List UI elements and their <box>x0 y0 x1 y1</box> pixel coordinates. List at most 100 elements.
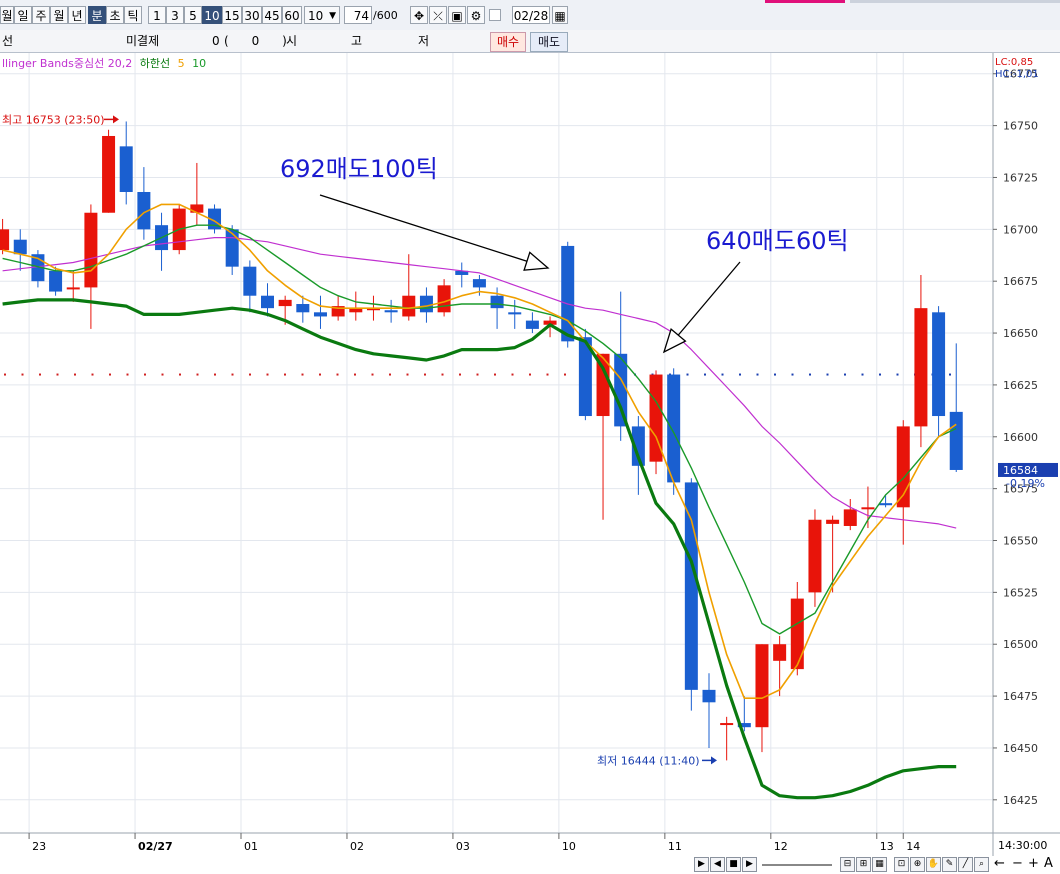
reference-dot <box>511 373 514 376</box>
legend-lower: 하한선 <box>140 56 170 70</box>
candle-body <box>49 270 63 292</box>
drag-icon[interactable]: ⊕ <box>910 857 925 872</box>
unsettled-label: 미결제 <box>126 34 160 48</box>
candlestick-chart: 692매도100틱 640매도60틱 최고 16753 (23:50) 최저 1644… <box>0 53 1060 856</box>
lc-readout: LC:0,85 <box>995 57 1033 68</box>
reference-dot <box>214 373 216 376</box>
y-tick-label: 16675 <box>1003 275 1038 288</box>
count-input[interactable]: 74 <box>344 6 372 24</box>
reference-dot <box>126 373 129 376</box>
candle-body <box>861 507 875 510</box>
open-label: 시 <box>286 34 298 48</box>
stop-icon[interactable]: ■ <box>726 857 741 872</box>
period-button-day[interactable]: 일 <box>14 6 32 24</box>
candle-body <box>402 295 416 317</box>
reference-dot <box>231 373 234 376</box>
interval-button-5[interactable]: 5 <box>184 6 202 24</box>
annotation-label: 692매도100틱 <box>280 155 438 183</box>
step-back-icon[interactable]: ◀ <box>710 857 725 872</box>
reference-dot <box>39 373 41 376</box>
candle-body <box>879 503 893 506</box>
reference-dot <box>389 373 391 376</box>
hand-icon[interactable]: ✋ <box>926 857 941 872</box>
candle-body <box>755 644 769 728</box>
font-size-icon[interactable]: A <box>1044 856 1053 871</box>
period-button-month2[interactable]: 월 <box>50 6 68 24</box>
candle-body <box>0 229 10 251</box>
reference-dot <box>21 373 24 376</box>
unsettled-value: 0 <box>212 34 220 48</box>
reference-dot <box>774 373 776 376</box>
crosshair-icon[interactable]: ✥ <box>410 6 428 24</box>
date-checkbox[interactable] <box>489 9 501 21</box>
draw-icon[interactable]: ✎ <box>942 857 957 872</box>
reference-dot <box>249 373 251 376</box>
interval-button-30[interactable]: 30 <box>242 6 262 24</box>
high-marker-label: 최고 16753 (23:50) <box>2 113 105 126</box>
zoom-in-icon[interactable]: ⊞ <box>856 857 871 872</box>
play-icon[interactable]: ▶ <box>694 857 709 872</box>
y-tick-label: 16650 <box>1003 327 1038 340</box>
low-label: 저 <box>418 34 430 48</box>
candle-body <box>826 519 840 524</box>
y-tick-label: 16550 <box>1003 535 1038 548</box>
candle-body <box>949 411 963 470</box>
unit-button-tick[interactable]: 틱 <box>124 6 142 24</box>
line-icon[interactable]: ╱ <box>958 857 973 872</box>
reference-dot <box>284 373 286 376</box>
x-tick-label: 13 <box>880 840 894 853</box>
interval-button-60[interactable]: 60 <box>282 6 302 24</box>
zoom-out-icon[interactable]: ⊟ <box>840 857 855 872</box>
calendar-icon[interactable]: ▦ <box>552 6 568 24</box>
candle-body <box>932 312 946 417</box>
step-forward-icon[interactable]: ▶ <box>742 857 757 872</box>
tool-icon[interactable]: ⤫ <box>429 6 447 24</box>
unit-button-minute[interactable]: 분 <box>88 6 106 24</box>
candle-body <box>296 304 310 313</box>
reference-dot <box>161 373 164 376</box>
reference-dot <box>704 373 706 376</box>
candle-body <box>808 519 822 593</box>
interval-button-3[interactable]: 3 <box>166 6 184 24</box>
fit-icon[interactable]: ⊡ <box>894 857 909 872</box>
reference-dot <box>809 373 811 376</box>
gear-icon[interactable]: ⚙ <box>467 6 485 24</box>
interval-button-45[interactable]: 45 <box>262 6 282 24</box>
y-tick-label: 16425 <box>1003 794 1038 807</box>
period-button-year[interactable]: 년 <box>68 6 86 24</box>
sell-button[interactable]: 매도 <box>530 32 568 52</box>
arrow-left-icon[interactable]: ← <box>994 856 1005 871</box>
interval-button-15[interactable]: 15 <box>222 6 242 24</box>
y-tick-label: 16475 <box>1003 690 1038 703</box>
period-button-week[interactable]: 주 <box>32 6 50 24</box>
interval-button-1[interactable]: 1 <box>148 6 166 24</box>
reference-dot <box>441 373 444 376</box>
date-input[interactable]: 02/28 <box>512 6 550 24</box>
unit-button-second[interactable]: 초 <box>106 6 124 24</box>
scroll-slider[interactable] <box>762 864 832 866</box>
candle-body <box>684 482 698 690</box>
period-button-month[interactable]: 월 <box>0 6 14 24</box>
candle-body <box>261 295 274 309</box>
reference-dot <box>756 373 759 376</box>
legend-ma10: 10 <box>192 57 206 70</box>
x-tick-label: 14 <box>906 840 920 853</box>
candle-body <box>243 266 257 296</box>
interval-button-10[interactable]: 10 <box>202 6 222 24</box>
save-icon[interactable]: ▣ <box>448 6 466 24</box>
reference-dot <box>319 373 321 376</box>
candle-body <box>66 287 80 290</box>
candle-body <box>437 285 451 313</box>
legend-ma5: 5 <box>178 57 185 70</box>
grid-icon[interactable]: ▦ <box>872 857 887 872</box>
candle-body <box>525 320 539 329</box>
buy-button[interactable]: 매수 <box>490 32 526 52</box>
interval-select[interactable]: 10 ▼ <box>304 6 340 24</box>
reference-dot <box>564 373 566 376</box>
reference-dot <box>739 373 741 376</box>
reference-dot <box>56 373 59 376</box>
search-icon[interactable]: ⌕ <box>974 857 989 872</box>
plus-icon[interactable]: + <box>1028 856 1039 871</box>
minus-icon[interactable]: − <box>1012 856 1023 871</box>
high-label: 고 <box>351 34 363 48</box>
